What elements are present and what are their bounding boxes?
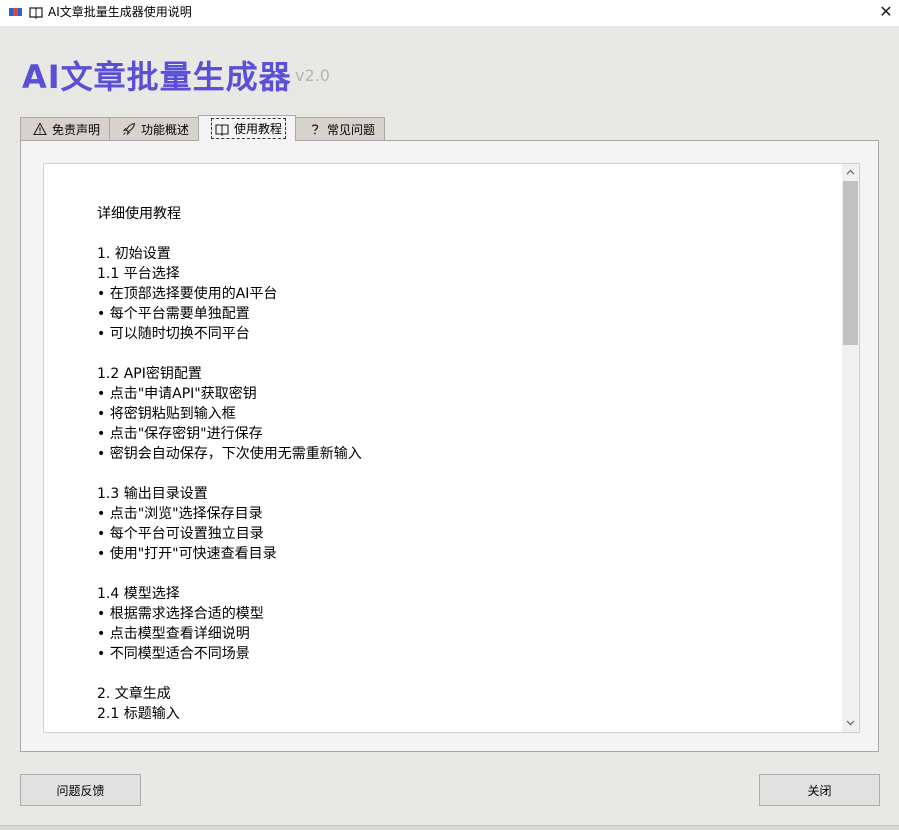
tab-focus-ring: 使用教程	[211, 118, 287, 139]
tab-features[interactable]: 功能概述	[109, 117, 200, 140]
window-close-button[interactable]: ✕	[873, 0, 899, 26]
question-icon	[311, 124, 319, 135]
window-title: AI文章批量生成器使用说明	[48, 5, 192, 19]
window-bottom-edge	[0, 825, 899, 830]
book-icon	[29, 7, 43, 19]
scroll-thumb[interactable]	[843, 181, 858, 345]
tab-tutorial[interactable]: 使用教程	[198, 115, 297, 141]
chevron-down-icon	[846, 720, 855, 726]
tab-strip: 免责声明 功能概述 使用教程 常见问题	[20, 115, 386, 141]
scroll-down-button[interactable]	[842, 715, 859, 732]
book-icon	[215, 123, 229, 136]
rocket-icon	[122, 122, 136, 136]
vertical-scrollbar[interactable]	[842, 164, 859, 732]
tutorial-text-area[interactable]: 详细使用教程 1. 初始设置 1.1 平台选择 • 在顶部选择要使用的AI平台 …	[43, 163, 860, 733]
tab-disclaimer[interactable]: 免责声明	[20, 117, 111, 140]
tutorial-text: 详细使用教程 1. 初始设置 1.1 平台选择 • 在顶部选择要使用的AI平台 …	[97, 206, 362, 722]
close-button[interactable]: 关闭	[759, 774, 880, 806]
chevron-up-icon	[846, 169, 855, 175]
tab-panel-tutorial: 详细使用教程 1. 初始设置 1.1 平台选择 • 在顶部选择要使用的AI平台 …	[20, 140, 879, 752]
feedback-button[interactable]: 问题反馈	[20, 774, 141, 806]
tab-label: 常见问题	[327, 122, 376, 137]
app-logo-icon	[9, 8, 22, 16]
tab-label: 使用教程	[234, 122, 283, 136]
window-titlebar: AI文章批量生成器使用说明 ✕	[0, 0, 899, 26]
tab-label: 免责声明	[52, 122, 101, 137]
app-title: AI文章批量生成器	[22, 58, 292, 96]
app-version: v2.0	[295, 66, 330, 85]
scroll-up-button[interactable]	[842, 164, 859, 181]
tab-label: 功能概述	[141, 122, 190, 137]
tab-faq[interactable]: 常见问题	[295, 117, 386, 140]
dialog-body: AI文章批量生成器 v2.0 免责声明 功能概述 使用教程 常见问题 详细使用教…	[0, 26, 899, 830]
warning-icon	[33, 122, 47, 136]
